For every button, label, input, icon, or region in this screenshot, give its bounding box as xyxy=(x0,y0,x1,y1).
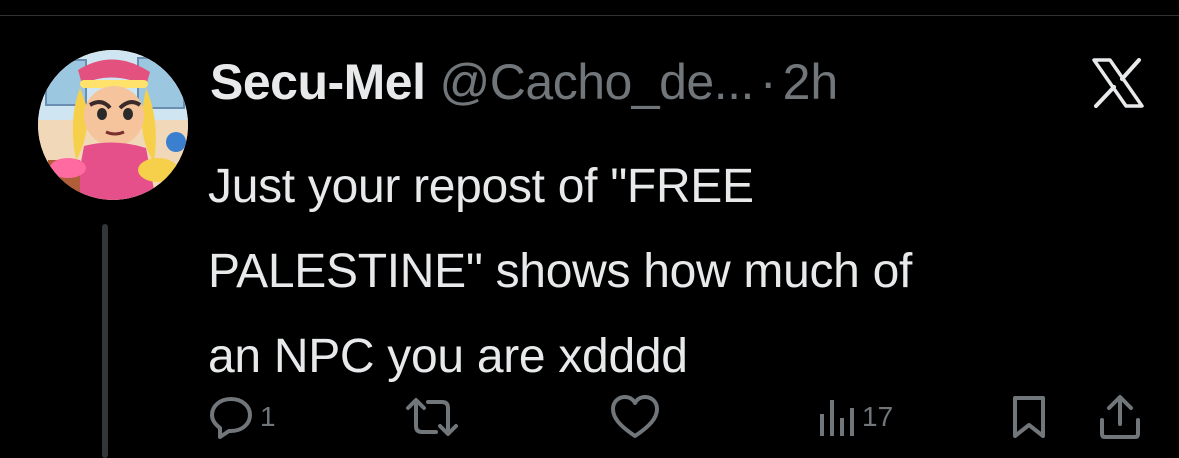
views-button[interactable]: 17 xyxy=(818,392,893,442)
share-icon xyxy=(1100,395,1140,439)
bookmark-button[interactable] xyxy=(1010,392,1048,442)
x-logo-icon xyxy=(1092,58,1144,108)
share-button[interactable] xyxy=(1098,392,1142,442)
author-handle[interactable]: @Cacho_de... xyxy=(440,53,755,111)
repost-button[interactable] xyxy=(404,392,466,442)
bookmark-icon xyxy=(1013,396,1045,438)
avatar-image xyxy=(38,50,188,200)
heart-icon xyxy=(611,395,659,438)
author-display-name[interactable]: Secu-Mel xyxy=(210,53,426,111)
post[interactable]: Secu-Mel @Cacho_de... · 2h Just your rep… xyxy=(0,16,1179,458)
repost-icon xyxy=(406,398,458,436)
avatar[interactable] xyxy=(38,50,188,200)
post-actions: 1 17 xyxy=(0,392,1179,442)
post-header: Secu-Mel @Cacho_de... · 2h xyxy=(210,53,838,111)
reply-count: 1 xyxy=(260,401,276,432)
reply-icon xyxy=(210,397,252,439)
separator-dot: · xyxy=(759,54,777,110)
reply-button[interactable]: 1 xyxy=(208,392,276,442)
views-count: 17 xyxy=(862,401,894,432)
views-icon xyxy=(820,400,854,436)
post-text: Just your repost of "FREE PALESTINE" sho… xyxy=(208,160,913,383)
post-timestamp[interactable]: 2h xyxy=(783,53,839,111)
like-button[interactable] xyxy=(610,392,666,442)
